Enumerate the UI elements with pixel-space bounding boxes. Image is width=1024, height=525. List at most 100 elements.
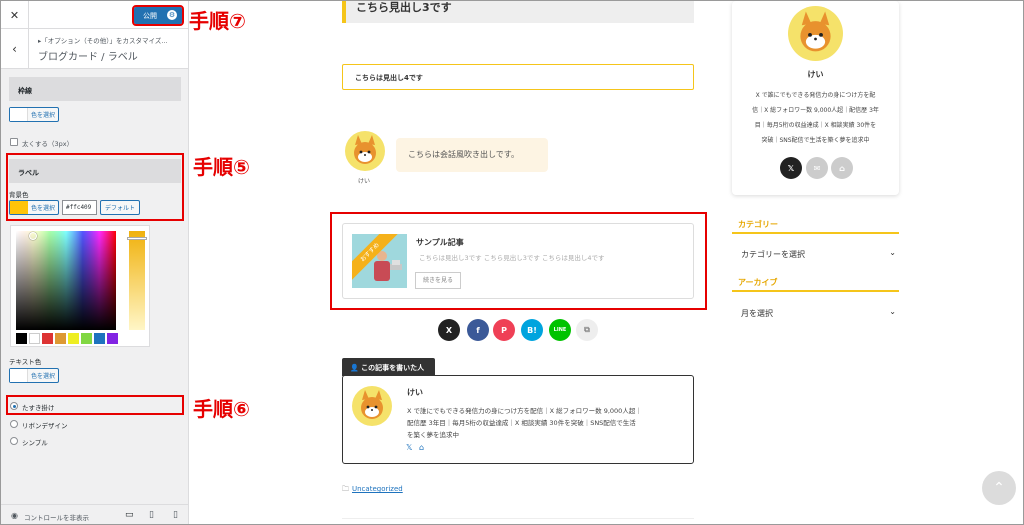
share-pocket-icon[interactable]: P xyxy=(493,319,515,341)
author-tag-label: この記事を書いた人 xyxy=(361,364,425,372)
screenshot-frame: ✕ 公開 ⚙ ‹ ▸「オプション（その他）」をカスタマイズ... ブログカード … xyxy=(0,0,1024,525)
publish-button[interactable]: 公開 ⚙ xyxy=(132,5,184,26)
profile-bio-line1: X で誰にでもできる発信力の身につけ方を配 xyxy=(755,92,876,99)
palette-swatch[interactable] xyxy=(107,333,118,344)
blog-card[interactable]: おすすめ サンプル記事 こちらは見出し3です こちら見出し3です こちらは見出し… xyxy=(342,223,694,299)
shiba-icon xyxy=(361,390,383,419)
color-palette xyxy=(16,333,118,344)
category-select[interactable]: カテゴリーを選択 ⌄ xyxy=(732,244,899,264)
palette-swatch[interactable] xyxy=(68,333,79,344)
read-more-button[interactable]: 続きを見る xyxy=(415,272,461,289)
author-name: けい xyxy=(407,388,423,397)
profile-x-icon[interactable]: 𝕏 xyxy=(780,157,802,179)
author-bio-line3: を築く夢を追求中 xyxy=(407,431,459,439)
speech-name: けい xyxy=(358,178,371,185)
hue-handle[interactable] xyxy=(127,237,147,240)
publish-label: 公開 xyxy=(143,11,157,20)
desktop-preview-icon[interactable]: ▭ xyxy=(125,510,134,520)
archive-widget-line xyxy=(732,290,899,292)
palette-swatch[interactable] xyxy=(16,333,27,344)
back-icon[interactable]: ‹ xyxy=(1,29,29,69)
scroll-to-top-button[interactable]: ⌃ xyxy=(982,471,1016,505)
chevron-down-icon: ⌄ xyxy=(889,248,896,257)
section-header: ‹ ▸「オプション（その他）」をカスタマイズ... ブログカード / ラベル xyxy=(1,29,188,69)
category-widget-title: カテゴリー xyxy=(738,220,778,229)
palette-swatch[interactable] xyxy=(42,333,53,344)
blog-card-excerpt: こちらは見出し3です こちら見出し3です こちらは見出し4です xyxy=(419,254,605,262)
palette-swatch[interactable] xyxy=(55,333,66,344)
profile-bio-line3: 目｜毎月5桁の収益達成｜X 相談実績 30件を xyxy=(754,122,877,129)
category-widget-line xyxy=(732,232,899,234)
archive-select-label: 月を選択 xyxy=(741,309,773,318)
text-color-swatch xyxy=(10,369,28,382)
shiba-icon xyxy=(800,11,831,52)
blog-card-title[interactable]: サンプル記事 xyxy=(416,237,464,248)
speech-avatar xyxy=(345,131,385,171)
palette-swatch[interactable] xyxy=(29,333,40,344)
annotation-step6: 手順⑥ xyxy=(193,397,250,421)
author-bio-line1: X で誰にでもできる発信力の身につけ方を配信｜X 総フォロワー数 9,000人超… xyxy=(407,407,642,415)
author-box: けい X で誰にでもできる発信力の身につけ方を配信｜X 総フォロワー数 9,00… xyxy=(342,375,694,464)
thick-label: 太くする（3px） xyxy=(22,140,74,148)
tablet-preview-icon[interactable]: ▯ xyxy=(149,510,154,520)
mobile-preview-icon[interactable]: ▯ xyxy=(173,510,178,520)
share-hatena-icon[interactable]: B! xyxy=(521,319,543,341)
author-bio-line2: 配信歴 3年目｜毎月5桁の収益達成｜X 相談実績 30件を突破｜SNS配信で生活 xyxy=(407,419,636,427)
close-icon[interactable]: ✕ xyxy=(1,1,29,29)
archive-select[interactable]: 月を選択 ⌄ xyxy=(732,303,899,323)
thick-checkbox[interactable] xyxy=(10,138,18,146)
profile-name: けい xyxy=(807,70,824,79)
hue-slider[interactable] xyxy=(127,231,147,330)
text-color-button[interactable]: 色を選択 xyxy=(9,368,59,383)
border-color-swatch xyxy=(10,108,28,121)
author-box-tag: 👤 この記事を書いた人 xyxy=(342,358,435,376)
customizer-panel: ✕ 公開 ⚙ ‹ ▸「オプション（その他）」をカスタマイズ... ブログカード … xyxy=(1,1,189,524)
share-x-icon[interactable]: X xyxy=(438,319,460,341)
picker-handle[interactable] xyxy=(29,232,37,240)
speech-bubble: こちらは会話風吹き出しです。 xyxy=(396,138,548,172)
profile-card: けい X で誰にでもできる発信力の身につけ方を配 信｜X 総フォロワー数 9,0… xyxy=(732,1,899,195)
shiba-icon xyxy=(354,135,376,164)
border-color-button[interactable]: 色を選択 xyxy=(9,107,59,122)
share-line-icon[interactable]: LINE xyxy=(549,319,571,341)
category-link[interactable]: Uncategorized xyxy=(352,485,403,493)
gear-icon[interactable]: ⚙ xyxy=(167,10,177,20)
profile-bio-line2: 信｜X 総フォロワー数 9,000人超｜配信歴 3年 xyxy=(752,107,879,114)
customizer-footer: ◉ コントロールを非表示 ▭ ▯ ▯ xyxy=(1,504,188,524)
author-home-icon[interactable]: ⌂ xyxy=(419,443,424,452)
radio-ribbon[interactable] xyxy=(10,420,18,428)
saturation-area[interactable] xyxy=(16,231,116,330)
chevron-down-icon: ⌄ xyxy=(889,307,896,316)
breadcrumb: ▸「オプション（その他）」をカスタマイズ... xyxy=(38,37,168,45)
annotation-step7: 手順⑦ xyxy=(189,9,246,33)
category-select-label: カテゴリーを選択 xyxy=(741,250,805,259)
author-x-icon[interactable]: 𝕏 xyxy=(406,443,412,452)
customizer-header: ✕ 公開 ⚙ xyxy=(1,1,188,29)
palette-swatch[interactable] xyxy=(94,333,105,344)
hide-controls-button[interactable]: コントロールを非表示 xyxy=(24,512,89,522)
color-picker[interactable] xyxy=(10,225,150,347)
text-color-label: テキスト色 xyxy=(9,358,42,366)
palette-swatch[interactable] xyxy=(81,333,92,344)
share-facebook-icon[interactable]: f xyxy=(467,319,489,341)
radio-ribbon-label: リボンデザイン xyxy=(22,422,68,430)
folder-icon: 🗀 xyxy=(342,485,349,493)
archive-widget-title: アーカイブ xyxy=(738,278,778,287)
author-avatar xyxy=(352,386,392,426)
highlight-step6 xyxy=(6,395,184,415)
content-divider xyxy=(342,518,694,519)
annotation-step5: 手順⑤ xyxy=(193,155,250,179)
user-icon: 👤 xyxy=(350,364,362,372)
border-color-label: 色を選択 xyxy=(31,112,56,119)
profile-bio-line4: 突破｜SNS配信で生活を築く夢を追求中 xyxy=(761,137,870,144)
profile-home-icon[interactable]: ⌂ xyxy=(831,157,853,179)
radio-simple-label: シンプル xyxy=(22,439,48,447)
profile-avatar xyxy=(788,6,843,61)
section-title: ブログカード / ラベル xyxy=(38,52,138,63)
radio-simple[interactable] xyxy=(10,437,18,445)
copy-link-icon[interactable]: ⧉ xyxy=(576,319,598,341)
hide-controls-icon[interactable]: ◉ xyxy=(11,511,18,520)
highlight-step5 xyxy=(6,153,184,221)
blog-card-thumbnail: おすすめ xyxy=(352,234,407,288)
profile-mail-icon[interactable]: ✉ xyxy=(806,157,828,179)
